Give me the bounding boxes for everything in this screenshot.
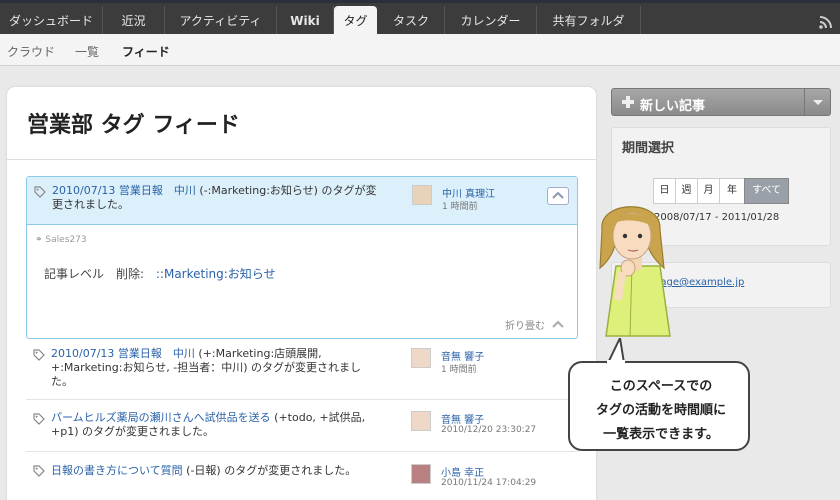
bubble-line-1: このスペースでの [609,379,713,394]
avatar[interactable] [411,348,431,368]
body-label: 記事レベル 削除: [44,267,145,281]
entry-time: 1 時間前 [442,202,478,212]
bubble-tail [606,338,626,364]
top-nav-bar: ダッシュボード 近況 アクティビティ Wiki タグ タスク カレンダー 共有フ… [0,0,840,37]
user-name[interactable]: 音無 響子 [441,411,484,426]
entry-text: 2010/07/13 営業日報 中川 (-:Marketing:お知らせ) のタ… [52,184,422,212]
fold-link[interactable]: 折り畳む [505,317,565,332]
tab-wiki[interactable]: Wiki [277,6,334,37]
collapse-button[interactable] [547,187,569,205]
bubble-line-2: タグの活動を時間順に [595,403,726,418]
period-year[interactable]: 年 [719,178,745,204]
entry-text-line2: +:Marketing:お知らせ, -担当者：中川) のタグが変更されまし [51,361,361,374]
entry-title-link[interactable]: 日報の書き方について質問 [51,464,183,477]
entry-time: 2010/12/20 23:30:27 [441,425,537,435]
entry-body: 記事レベル 削除: ::Marketing:お知らせ [44,265,276,282]
tag-icon [33,465,45,477]
period-all[interactable]: すべて [744,178,789,204]
new-post-label: 新しい記事 [640,99,706,114]
avatar[interactable] [412,185,432,205]
body-tag-link[interactable]: ::Marketing:お知らせ [156,267,276,281]
tag-icon [33,413,45,425]
tab-tasks[interactable]: タスク [378,6,445,37]
entry-text-line2: +p1) のタグが変更されました。 [51,425,214,438]
page-title: 営業部 タグ フィード [27,113,240,138]
tab-shared-folder[interactable]: 共有フォルダ [537,6,641,37]
period-month[interactable]: 月 [697,178,720,204]
rss-icon[interactable] [819,16,832,29]
sales-tag-label: Sales273 [45,235,87,245]
chevron-down-icon [813,100,823,105]
entry-tag-change: (+:Marketing:店頭展開, [194,347,322,360]
speech-bubble: このスペースでの タグの活動を時間順に 一覧表示できます。 [568,361,750,451]
entry-title-link[interactable]: 2010/07/13 営業日報 中川 [52,184,196,197]
entry-tag-change: (-:Marketing:お知らせ) のタグが変 [195,184,377,197]
entry-time: 2010/11/24 17:04:29 [441,478,537,488]
mascot-illustration [599,206,671,337]
chevron-up-icon [552,191,564,199]
feed-entry-expanded[interactable]: 2010/07/13 営業日報 中川 (-:Marketing:お知らせ) のタ… [26,176,578,339]
entry-header: 2010/07/13 営業日報 中川 (-:Marketing:お知らせ) のタ… [27,177,577,225]
subnav-feed[interactable]: フィード [122,43,170,60]
user-name[interactable]: 小島 幸正 [441,464,484,479]
entry-title-link[interactable]: 2010/07/13 営業日報 中川 [51,347,195,360]
plus-icon [622,96,634,108]
feed-entry[interactable]: 2010/07/13 営業日報 中川 (+:Marketing:店頭展開, +:… [26,342,578,400]
entry-text: 日報の書き方について質問 (-日報) のタグが変更されました。 [51,464,421,478]
feed-entry[interactable]: パームヒルズ薬局の瀬川さんへ試供品を送る (+todo, +試供品, +p1) … [26,400,578,452]
tag-icon [33,349,45,361]
link-icon: ⚭ [35,235,43,245]
feed-entry[interactable]: 日報の書き方について質問 (-日報) のタグが変更されました。 小島 幸正 20… [26,452,578,500]
chevron-up-icon [552,320,564,328]
title-divider [7,159,596,160]
tab-recent[interactable]: 近況 [103,6,165,37]
tab-calendar[interactable]: カレンダー [445,6,537,37]
sub-nav: クラウド 一覧 フィード [0,34,840,66]
entry-tag-change: (-日報) のタグが変更されました。 [182,464,357,477]
subnav-cloud[interactable]: クラウド [7,43,55,60]
period-title: 期間選択 [622,141,675,156]
tag-icon [34,186,46,198]
entry-text: 2010/07/13 営業日報 中川 (+:Marketing:店頭展開, +:… [51,347,421,389]
fold-label: 折り畳む [505,321,545,332]
tab-dashboard[interactable]: ダッシュボード [0,6,103,37]
tab-activity[interactable]: アクティビティ [165,6,277,37]
avatar[interactable] [411,464,431,484]
entry-time: 1 時間前 [441,365,477,375]
tab-tags[interactable]: タグ [334,6,377,37]
sales-tag[interactable]: ⚭ Sales273 [35,235,87,245]
main-panel: 営業部 タグ フィード 2010/07/13 営業日報 中川 (-:Market… [7,87,596,500]
new-post-button[interactable]: 新しい記事 [611,88,831,116]
new-post-dropdown[interactable] [804,89,830,115]
entry-title-link[interactable]: パームヒルズ薬局の瀬川さんへ試供品を送る [51,411,271,424]
entry-text: パームヒルズ薬局の瀬川さんへ試供品を送る (+todo, +試供品, +p1) … [51,411,421,439]
period-week[interactable]: 週 [675,178,698,204]
user-name[interactable]: 音無 響子 [441,348,484,363]
entry-tag-change: (+todo, +試供品, [270,411,366,424]
user-name[interactable]: 中川 真理江 [442,185,495,200]
entry-text-line2: 更されました。 [52,198,129,211]
entry-text-line3: た。 [51,375,73,388]
bubble-line-3: 一覧表示できます。 [603,427,719,442]
subnav-list[interactable]: 一覧 [75,43,99,60]
avatar[interactable] [411,411,431,431]
